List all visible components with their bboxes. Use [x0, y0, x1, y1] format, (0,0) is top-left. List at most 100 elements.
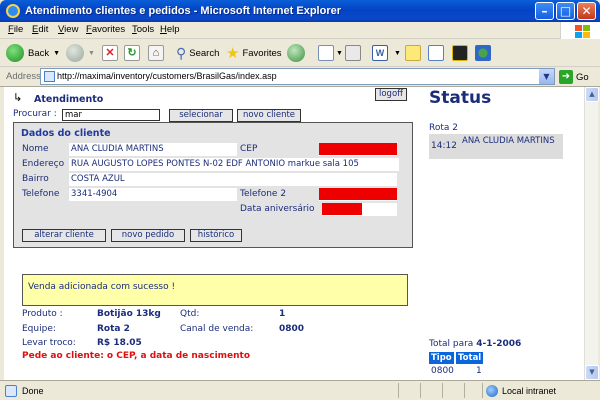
search-button[interactable]: ⚲ Search — [176, 42, 219, 64]
warning-text: Pede ao cliente: o CEP, a data de nascim… — [22, 351, 251, 361]
table-cell-total: 1 — [476, 366, 482, 376]
discuss-button[interactable] — [405, 42, 421, 64]
research-button[interactable] — [452, 42, 468, 64]
maximize-button[interactable]: □ — [556, 2, 575, 20]
ie-logo-icon — [6, 4, 20, 18]
scroll-up-icon[interactable]: ▲ — [585, 87, 599, 102]
telefone-value[interactable]: 3341-4904 — [69, 188, 237, 201]
procurar-input[interactable]: mar — [62, 109, 160, 121]
menu-favorites[interactable]: Favorites — [86, 24, 125, 35]
total-prefix: Total para — [429, 339, 474, 349]
favorites-button[interactable]: ★ Favorites — [226, 42, 282, 64]
equipe-value: Rota 2 — [97, 324, 130, 334]
print-icon — [345, 45, 361, 61]
menu-file[interactable]: File — [8, 24, 23, 35]
bairro-label: Bairro — [22, 174, 49, 184]
address-bar: Address http://maxima/inventory/customer… — [0, 67, 600, 87]
title-bar[interactable]: Atendimento clientes e pedidos - Microso… — [0, 0, 600, 22]
users-button[interactable] — [475, 42, 491, 64]
qtd-value: 1 — [279, 309, 286, 319]
forward-button[interactable]: ▼ — [66, 42, 95, 64]
telefone-label: Telefone — [22, 189, 60, 199]
research-icon — [452, 45, 468, 61]
refresh-button[interactable]: ↻ — [124, 42, 140, 64]
canal-value: 0800 — [279, 324, 305, 334]
history-button[interactable] — [287, 42, 309, 64]
search-label: Search — [189, 47, 220, 59]
nome-label: Nome — [22, 144, 49, 154]
order-customer: ANA CLUDIA MARTINS — [462, 136, 555, 146]
security-zone[interactable]: Local intranet — [486, 385, 556, 397]
scroll-down-icon[interactable]: ▼ — [585, 365, 599, 380]
mail-dropdown-icon[interactable]: ▼ — [336, 50, 343, 57]
windows-flag-icon — [560, 22, 600, 39]
go-button[interactable]: ➜ Go — [559, 69, 589, 85]
mail-button[interactable]: ▼ — [318, 42, 343, 64]
novo-cliente-button[interactable]: novo cliente — [237, 109, 301, 122]
menu-bar: File Edit View Favorites Tools Help — [0, 22, 600, 39]
order-time: 14:12 — [431, 141, 457, 151]
menu-tools[interactable]: Tools — [132, 24, 154, 35]
atendimento-title: Atendimento — [34, 94, 104, 105]
cep-redacted — [319, 143, 397, 155]
globe-icon — [486, 385, 498, 397]
forward-dropdown-icon[interactable]: ▼ — [88, 50, 95, 57]
word-icon: W — [372, 45, 388, 61]
status-bar: Done Local intranet — [0, 380, 600, 400]
alterar-cliente-button[interactable]: alterar cliente — [22, 229, 106, 242]
status-title: Status — [429, 88, 492, 108]
back-dropdown-icon[interactable]: ▼ — [53, 50, 60, 57]
produto-value: Botijão 13kg — [97, 309, 161, 319]
endereco-value[interactable]: RUA AUGUSTO LOPES PONTES N-02 EDF ANTONI… — [69, 158, 399, 171]
bairro-value[interactable]: COSTA AZUL — [69, 173, 397, 186]
cep-label: CEP — [240, 144, 258, 154]
status-divider — [464, 383, 465, 398]
canal-label: Canal de venda: — [180, 324, 254, 334]
history-icon — [287, 44, 305, 62]
close-button[interactable]: ✕ — [577, 2, 596, 20]
users-icon — [475, 45, 491, 61]
logoff-button[interactable]: logoff — [375, 88, 408, 101]
go-label: Go — [576, 71, 589, 83]
status-divider — [420, 383, 421, 398]
status-divider — [442, 383, 443, 398]
page-done-icon — [5, 385, 17, 397]
back-arrow-icon — [6, 44, 24, 62]
messenger-button[interactable] — [428, 42, 444, 64]
print-button[interactable] — [345, 42, 361, 64]
minimize-button[interactable]: – — [535, 2, 554, 20]
status-order-row[interactable]: 14:12 ANA CLUDIA MARTINS — [429, 134, 563, 159]
historico-button[interactable]: histórico — [190, 229, 242, 242]
forward-arrow-icon — [66, 44, 84, 62]
stop-button[interactable]: ✕ — [102, 42, 118, 64]
edit-button[interactable]: W ▼ — [372, 42, 401, 64]
table-header-total: Total — [456, 352, 483, 364]
aniversario-redacted — [322, 203, 362, 215]
corner-arrow-icon: ↳ — [13, 91, 23, 104]
stop-icon: ✕ — [102, 45, 118, 61]
selecionar-button[interactable]: selecionar — [169, 109, 233, 122]
produto-label: Produto : — [22, 309, 63, 319]
telefone2-label: Telefone 2 — [240, 189, 287, 199]
address-input[interactable]: http://maxima/inventory/customers/Brasil… — [40, 68, 555, 85]
messenger-icon — [428, 45, 444, 61]
edit-dropdown-icon[interactable]: ▼ — [394, 50, 401, 57]
address-label: Address — [6, 71, 41, 82]
back-button[interactable]: Back ▼ — [6, 42, 60, 64]
nome-value[interactable]: ANA CLUDIA MARTINS — [69, 143, 237, 156]
zone-label: Local intranet — [502, 386, 557, 396]
menu-help[interactable]: Help — [160, 24, 180, 35]
novo-pedido-button[interactable]: novo pedido — [111, 229, 185, 242]
address-dropdown-icon[interactable]: ▼ — [539, 69, 554, 84]
menu-edit[interactable]: Edit — [32, 24, 48, 35]
home-button[interactable]: ⌂ — [148, 42, 164, 64]
total-label: Total para 4-1-2006 — [429, 339, 521, 349]
window-title: Atendimento clientes e pedidos - Microso… — [25, 5, 341, 17]
equipe-label: Equipe: — [22, 324, 56, 334]
status-route: Rota 2 — [429, 123, 458, 133]
levar-troco-value: R$ 18.05 — [97, 338, 142, 348]
search-icon: ⚲ — [176, 44, 187, 61]
vertical-scrollbar[interactable]: ▲ ▼ — [584, 87, 599, 380]
home-icon: ⌂ — [148, 45, 164, 61]
menu-view[interactable]: View — [58, 24, 78, 35]
